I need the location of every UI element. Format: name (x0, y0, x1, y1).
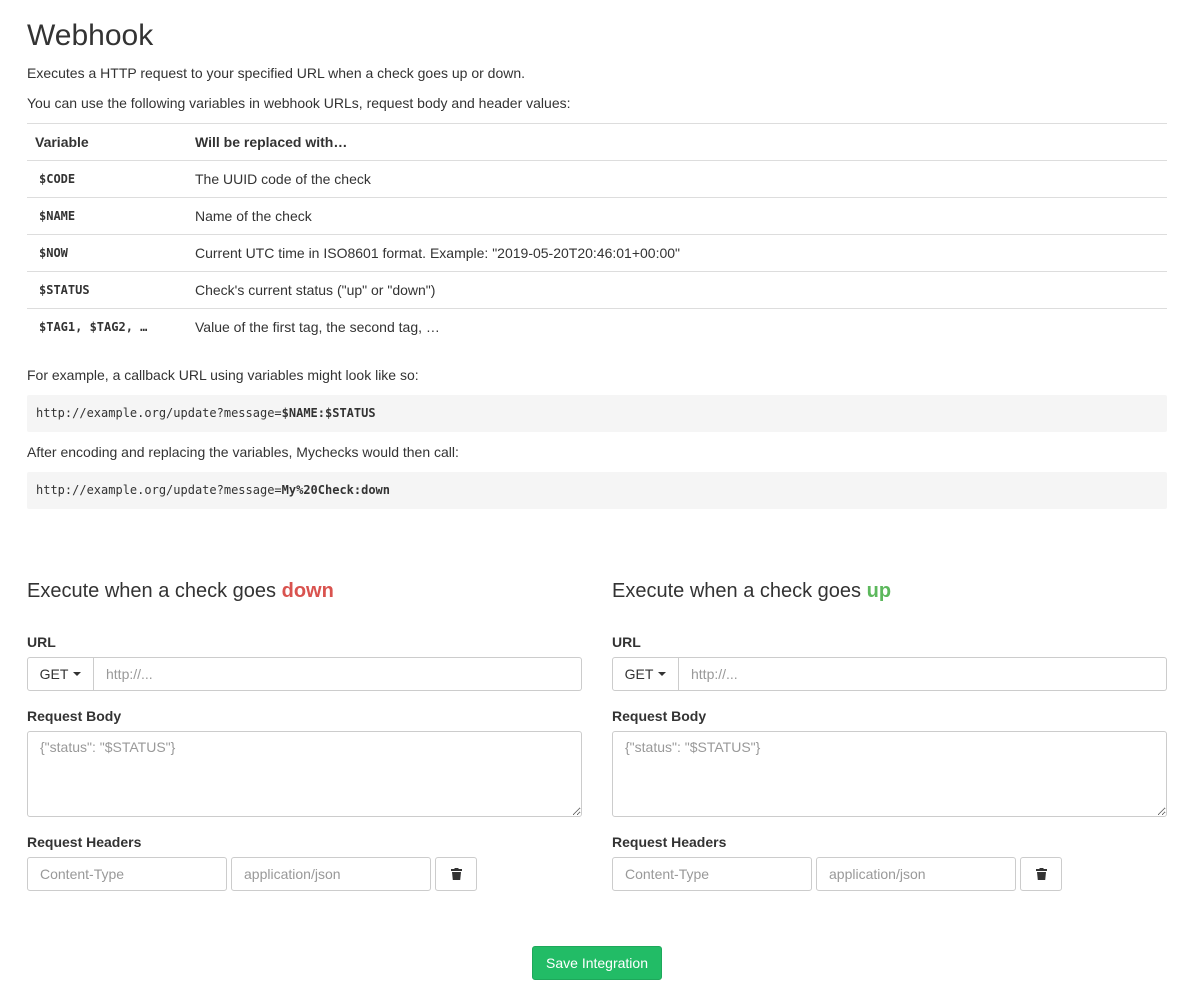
down-header-row (27, 857, 477, 891)
variable-name: $TAG1, $TAG2, … (27, 308, 187, 346)
caret-down-icon (73, 672, 82, 676)
down-heading-prefix: Execute when a check goes (27, 580, 282, 602)
variable-name: $NOW (27, 234, 187, 272)
variable-description: Current UTC time in ISO8601 format. Exam… (187, 234, 1167, 272)
up-headers-label: Request Headers (612, 834, 727, 850)
table-header-replacement: Will be replaced with… (187, 123, 1167, 161)
encoded-url-code: http://example.org/update?message=My%20C… (27, 472, 1167, 509)
down-headers-label: Request Headers (27, 834, 142, 850)
example-url-vars: $NAME:$STATUS (281, 406, 376, 420)
down-heading-status: down (281, 580, 334, 602)
up-method-label: GET (624, 666, 654, 682)
example-url-prefix: http://example.org/update?message= (36, 406, 282, 420)
up-header-value-input[interactable] (816, 857, 1016, 891)
down-body-label: Request Body (27, 708, 122, 724)
up-heading-prefix: Execute when a check goes (612, 580, 867, 602)
down-body-textarea[interactable] (27, 731, 582, 817)
up-body-label: Request Body (612, 708, 707, 724)
example-url-code: http://example.org/update?message=$NAME:… (27, 395, 1167, 432)
down-method-label: GET (39, 666, 69, 682)
trash-icon (450, 868, 462, 880)
variable-description: Value of the first tag, the second tag, … (187, 308, 1167, 346)
down-section: Execute when a check goes down URL GET R… (27, 575, 582, 891)
up-header-name-input[interactable] (612, 857, 812, 891)
variable-name: $NAME (27, 197, 187, 235)
down-url-group: GET (27, 657, 582, 691)
down-header-name-input[interactable] (27, 857, 227, 891)
up-url-label: URL (612, 634, 641, 650)
table-header-row: Variable Will be replaced with… (27, 123, 1167, 161)
up-section: Execute when a check goes up URL GET Req… (612, 575, 1167, 891)
example-intro-text: For example, a callback URL using variab… (27, 367, 419, 383)
up-url-group: GET (612, 657, 1167, 691)
page-title: Webhook (27, 19, 154, 52)
down-url-input[interactable] (94, 657, 582, 691)
table-row: $STATUS Check's current status ("up" or … (27, 271, 1167, 309)
table-row: $NOW Current UTC time in ISO8601 format.… (27, 234, 1167, 272)
encoded-url-vars: My%20Check:down (281, 483, 391, 497)
up-section-heading: Execute when a check goes up (612, 575, 1167, 607)
encoded-intro-text: After encoding and replacing the variabl… (27, 444, 459, 460)
up-header-row (612, 857, 1062, 891)
variable-name: $CODE (27, 160, 187, 198)
up-method-dropdown[interactable]: GET (612, 657, 679, 691)
caret-down-icon (658, 672, 667, 676)
webhook-page: Webhook Executes a HTTP request to your … (0, 0, 1190, 1008)
up-delete-header-button[interactable] (1020, 857, 1062, 891)
trash-icon (1035, 868, 1047, 880)
variable-name: $STATUS (27, 271, 187, 309)
intro-text: Executes a HTTP request to your specifie… (27, 65, 526, 81)
encoded-url-prefix: http://example.org/update?message= (36, 483, 282, 497)
table-header-variable: Variable (27, 123, 187, 161)
variable-description: The UUID code of the check (187, 160, 1167, 198)
up-heading-status: up (866, 580, 892, 602)
variables-intro-text: You can use the following variables in w… (27, 95, 571, 111)
up-url-input[interactable] (679, 657, 1167, 691)
down-method-dropdown[interactable]: GET (27, 657, 94, 691)
variables-table: Variable Will be replaced with… $CODE Th… (27, 123, 1167, 346)
down-url-label: URL (27, 634, 56, 650)
table-row: $TAG1, $TAG2, … Value of the first tag, … (27, 308, 1167, 346)
table-row: $CODE The UUID code of the check (27, 160, 1167, 198)
save-integration-button[interactable]: Save Integration (532, 946, 662, 980)
variable-description: Check's current status ("up" or "down") (187, 271, 1167, 309)
variable-description: Name of the check (187, 197, 1167, 235)
up-body-textarea[interactable] (612, 731, 1167, 817)
down-section-heading: Execute when a check goes down (27, 575, 582, 607)
table-row: $NAME Name of the check (27, 197, 1167, 235)
down-header-value-input[interactable] (231, 857, 431, 891)
down-delete-header-button[interactable] (435, 857, 477, 891)
